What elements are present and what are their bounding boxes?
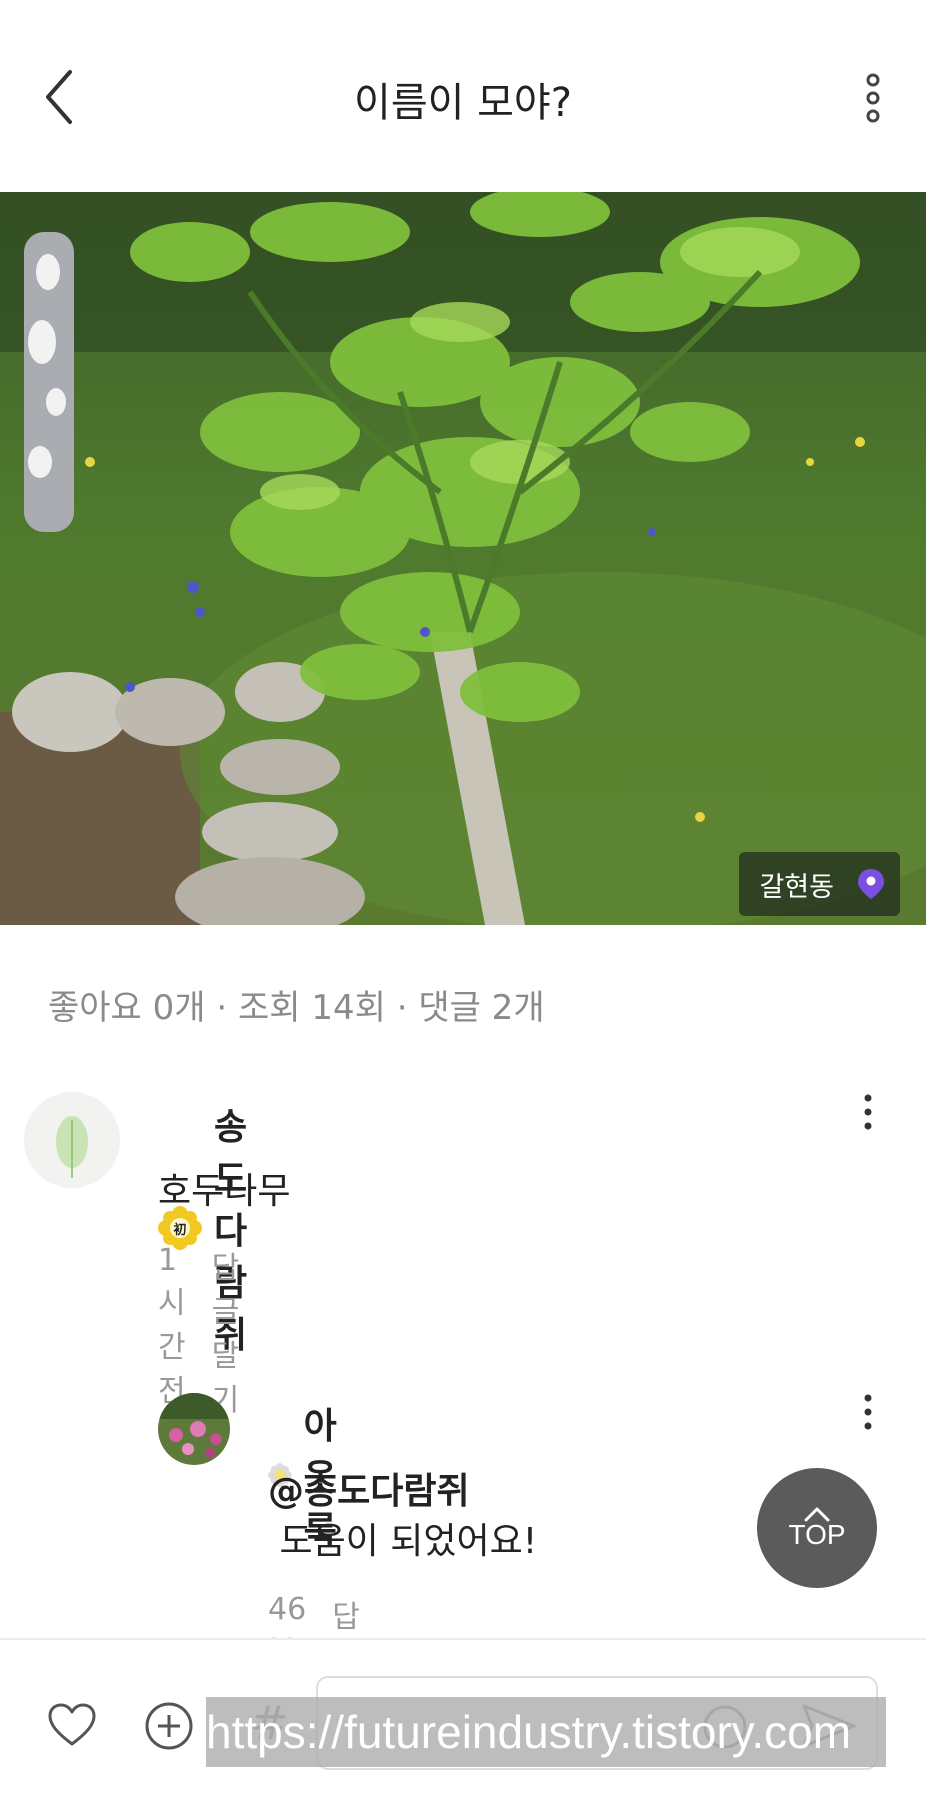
app-header: 이름이 모야? <box>0 0 926 192</box>
post-stats: 좋아요 0개 · 조회 14회 · 댓글 2개 <box>48 988 545 1028</box>
comment-more-button[interactable] <box>858 1390 878 1436</box>
page-title: 이름이 모야? <box>354 80 572 126</box>
leaf-icon <box>56 1116 88 1178</box>
heart-icon <box>48 1703 96 1746</box>
location-label: 갈현동 <box>759 871 834 903</box>
comment-text: 호두나무 <box>158 1171 291 1212</box>
scroll-top-button[interactable]: TOP <box>757 1468 877 1588</box>
avatar[interactable] <box>24 1092 120 1188</box>
attach-button[interactable] <box>143 1700 195 1752</box>
walnut-tree-photo <box>0 192 926 925</box>
comment-mention[interactable]: @송도다람쥐 <box>268 1462 470 1514</box>
flower-photo-avatar <box>158 1393 230 1465</box>
location-pin-icon <box>858 869 884 899</box>
plus-circle-icon <box>145 1702 193 1750</box>
more-vertical-icon <box>864 1094 872 1130</box>
more-vertical-icon <box>864 1394 872 1430</box>
reply-button[interactable]: 답글달기 <box>212 1243 240 1419</box>
like-button[interactable] <box>46 1700 98 1752</box>
avatar[interactable] <box>158 1393 230 1465</box>
post-photo[interactable] <box>0 192 926 925</box>
more-vertical-icon <box>866 73 880 123</box>
watermark-overlay: https://futureindustry.tistory.com <box>206 1697 886 1767</box>
comment-more-button[interactable] <box>858 1090 878 1136</box>
comment-time: 1시간 전 <box>158 1243 186 1409</box>
scroll-top-label: TOP <box>788 1519 846 1550</box>
location-badge[interactable]: 갈현동 <box>739 852 900 916</box>
comment-text: 도움이 되었어요! <box>268 1521 538 1562</box>
more-options-button[interactable] <box>860 70 886 126</box>
